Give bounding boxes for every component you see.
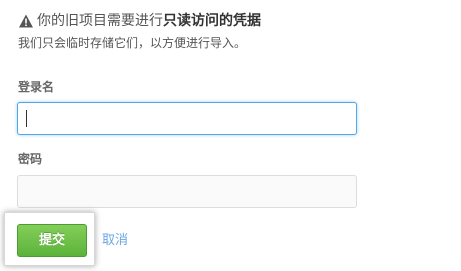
submit-button[interactable]: 提交 bbox=[17, 224, 87, 257]
password-label: 密码 bbox=[18, 152, 43, 166]
password-input[interactable] bbox=[17, 175, 357, 208]
login-input[interactable] bbox=[17, 102, 357, 135]
notice-title-emphasis: 只读访问的凭据 bbox=[163, 13, 261, 29]
notice-subtitle: 我们只会临时存储它们，以方便进行导入。 bbox=[18, 36, 247, 50]
notice-title: 你的旧项目需要进行 只读访问的凭据 bbox=[18, 11, 438, 31]
warning-icon bbox=[19, 14, 33, 28]
credentials-notice: 你的旧项目需要进行 只读访问的凭据 我们只会临时存储它们，以方便进行导入。 bbox=[18, 11, 438, 52]
cancel-link[interactable]: 取消 bbox=[102, 232, 128, 249]
login-label: 登录名 bbox=[18, 80, 55, 94]
text-caret bbox=[26, 110, 27, 127]
notice-title-prefix: 你的旧项目需要进行 bbox=[37, 13, 163, 29]
